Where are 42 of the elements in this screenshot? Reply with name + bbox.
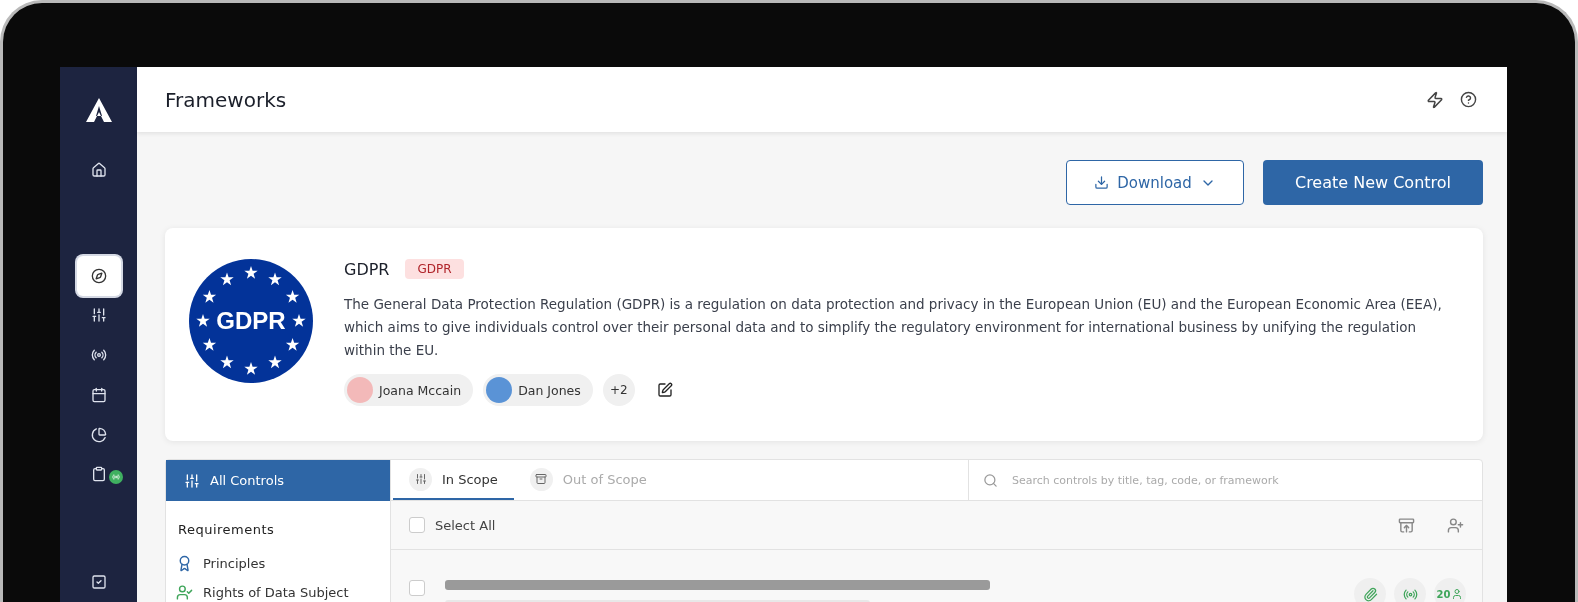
page-title: Frameworks: [165, 87, 288, 112]
status-badge: [108, 469, 123, 484]
filter-item[interactable]: Rights of Data Subject: [166, 578, 390, 602]
select-all-checkbox[interactable]: [409, 517, 425, 533]
paperclip-icon[interactable]: [1354, 578, 1386, 602]
owner-chip[interactable]: Dan Jones: [483, 374, 593, 406]
logo-text: GDPR: [216, 307, 286, 335]
user-icon: [1451, 588, 1464, 600]
search-icon: [983, 472, 998, 488]
row-checkbox[interactable]: [409, 580, 425, 596]
more-owners-count[interactable]: +2: [602, 374, 635, 406]
archive-icon: [529, 467, 553, 491]
avatar-circle: [486, 377, 513, 403]
owner-chip[interactable]: Joana Mccain: [344, 374, 474, 406]
calendar-icon: [90, 386, 107, 403]
lightning-icon[interactable]: [1426, 90, 1444, 109]
download-icon: [1094, 175, 1110, 190]
download-button[interactable]: Download: [1066, 160, 1244, 205]
clipboard-icon: [90, 466, 107, 483]
pie-chart-icon: [90, 426, 107, 443]
add-user-icon[interactable]: [1447, 516, 1464, 534]
framework-name: GDPR: [344, 259, 390, 279]
sliders-icon: [409, 467, 432, 491]
compass-icon: [90, 267, 107, 284]
sliders-icon: [90, 307, 107, 324]
create-control-button[interactable]: Create New Control: [1263, 160, 1483, 205]
filter-item[interactable]: Principles: [166, 549, 390, 578]
sliders-icon: [184, 472, 200, 489]
framework-description: The General Data Protection Regulation (GDPR) is a regulation on data protection and privacy in the European Union (EU) and the European Economic Area (EEA), which aims to give individuals control over their personal data and to simplify the regulatory environment for international business by unifying the regulation within the EU.: [344, 295, 1443, 360]
home-icon: [90, 161, 107, 178]
avatar-circle: [347, 377, 373, 403]
triangle-logo-icon: [84, 97, 113, 123]
checkbox-icon: [90, 574, 107, 591]
nav-button[interactable]: [76, 255, 121, 296]
select-all-label: Select All: [435, 517, 497, 533]
archive-icon[interactable]: [1398, 516, 1415, 534]
user-check-icon: [176, 584, 193, 601]
section-heading: Requirements: [177, 521, 276, 539]
framework-tag: GDPR: [405, 259, 464, 279]
help-icon[interactable]: [1460, 91, 1477, 108]
radio-signal-icon[interactable]: [1394, 578, 1426, 602]
all-controls-button[interactable]: All Controls: [166, 460, 390, 501]
